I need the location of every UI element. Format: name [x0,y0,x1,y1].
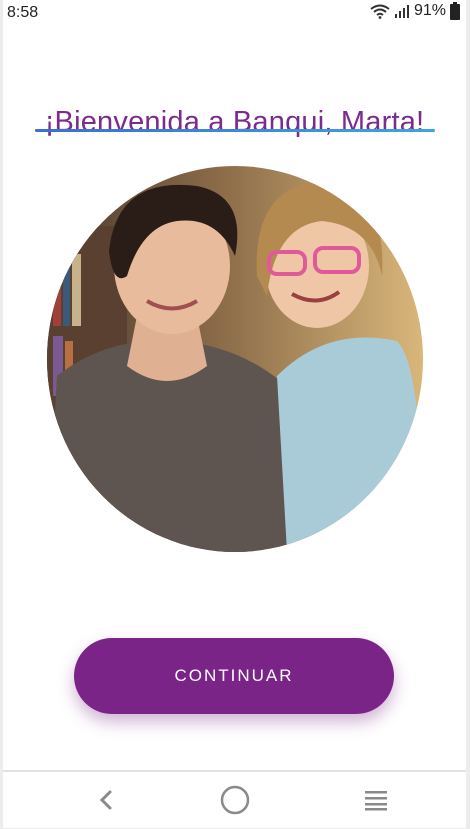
continue-button-label: CONTINUAR [174,666,294,685]
signal-icon [394,3,410,19]
battery-icon [450,2,460,20]
status-time: 8:58 [7,4,39,21]
navigation-bar [3,770,466,828]
status-icons: 91% [370,2,460,20]
status-bar: 8:58 91% [3,0,466,26]
home-icon[interactable] [215,780,255,820]
menu-icon[interactable] [356,780,396,820]
family-photo [47,166,423,552]
welcome-heading: ¡Bienvenida a Banqui, Marta! [44,106,425,138]
battery-percent: 91% [413,2,446,19]
wifi-icon [370,3,390,19]
back-icon[interactable] [87,780,127,820]
app-screen: 8:58 91% ¡Bienvenida a Banqui, Marta! CO… [3,0,466,828]
welcome-underline [35,129,435,132]
continue-button[interactable]: CONTINUAR [74,638,394,714]
